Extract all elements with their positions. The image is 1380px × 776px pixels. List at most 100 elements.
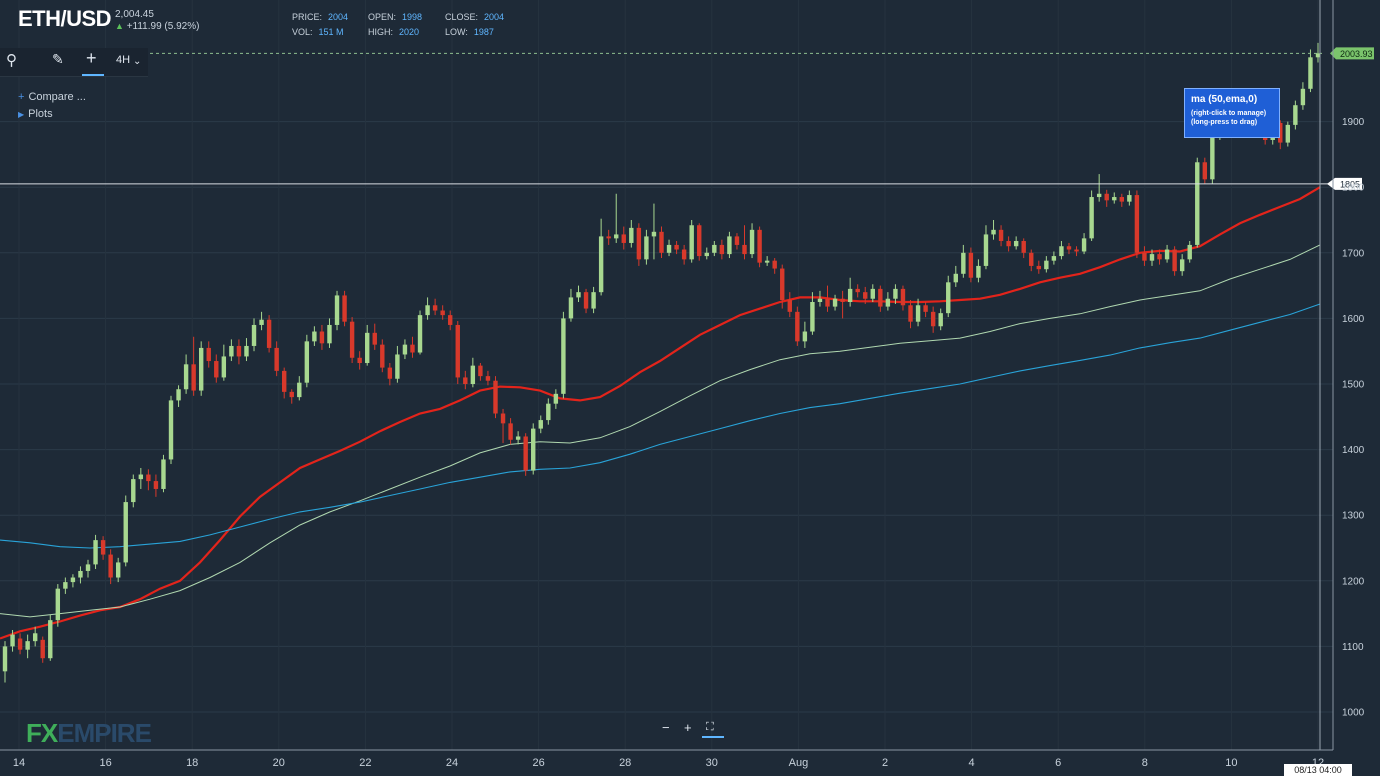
candle — [244, 338, 249, 362]
draw-pencil-icon[interactable]: ✎ — [52, 51, 64, 68]
candle — [598, 218, 604, 296]
candle — [810, 292, 815, 335]
candle-body — [961, 252, 966, 274]
candle-body — [417, 315, 423, 353]
candle — [1112, 192, 1117, 204]
candle-body — [546, 403, 551, 421]
candle-body — [1134, 195, 1140, 253]
candle — [493, 376, 498, 419]
chart-toolbar: ⚲ ✎ + 4H ⌄ — [0, 48, 148, 77]
candle — [976, 259, 981, 283]
candle — [1081, 233, 1087, 255]
candle-body — [1172, 249, 1177, 272]
candle — [221, 344, 227, 381]
compare-button[interactable]: + Compare ... — [18, 91, 86, 103]
candle — [417, 310, 423, 355]
candle — [878, 285, 883, 312]
candle-body — [734, 236, 740, 245]
candle-body — [1059, 246, 1064, 257]
candle-body — [1066, 246, 1072, 250]
candle — [176, 385, 181, 407]
zoom-in-button[interactable]: + — [684, 720, 692, 735]
timeframe-select[interactable]: 4H — [116, 54, 130, 66]
candle-body — [825, 298, 830, 307]
candle — [1036, 260, 1041, 274]
plus-icon: + — [18, 91, 25, 103]
candle — [40, 636, 45, 663]
candle-body — [1096, 193, 1102, 198]
candle — [908, 300, 913, 329]
candle — [138, 467, 144, 489]
candle — [1006, 236, 1011, 252]
stat-high: HIGH: 2020 — [368, 27, 420, 37]
candle — [870, 284, 875, 302]
price-chart[interactable]: 18052003.93 1000 1100 1200 1300 1400 1500 1600… — [0, 0, 1380, 776]
candle-body — [1044, 260, 1049, 270]
candle-body — [259, 319, 264, 325]
candle — [1044, 256, 1049, 273]
candle — [372, 323, 377, 350]
zoom-out-button[interactable]: − — [662, 720, 670, 735]
candle — [900, 285, 906, 311]
candle — [259, 311, 264, 331]
candle — [553, 389, 559, 409]
candle — [1195, 157, 1200, 248]
candle — [500, 408, 506, 444]
candle-body — [915, 305, 921, 322]
candle — [704, 247, 709, 260]
candle-body — [440, 310, 445, 316]
candle-body — [191, 364, 196, 391]
candle — [1179, 254, 1185, 276]
candle — [131, 474, 136, 508]
candle-body — [357, 357, 362, 364]
candle-body — [1029, 252, 1034, 266]
candle — [25, 634, 30, 659]
candle — [953, 265, 958, 287]
candle-body — [214, 361, 219, 378]
indicator-tooltip[interactable]: ma (50,ema,0) (right-click to manage) (l… — [1184, 88, 1280, 138]
candle — [583, 288, 589, 314]
candle-body — [1164, 249, 1170, 260]
candle — [100, 536, 106, 560]
candle-body — [448, 315, 453, 325]
candle-body — [1021, 240, 1026, 253]
candle — [508, 418, 513, 445]
candle-body — [432, 305, 438, 311]
candle-body — [282, 370, 287, 392]
candle — [719, 239, 725, 260]
candle — [1074, 246, 1079, 257]
candle — [787, 292, 792, 318]
candle — [1142, 246, 1147, 266]
crosshair-icon[interactable]: + — [86, 48, 97, 69]
candle-body — [161, 459, 166, 489]
candle-body — [908, 305, 913, 322]
stat-close: CLOSE: 2004 — [445, 12, 505, 22]
chevron-down-icon[interactable]: ⌄ — [133, 56, 141, 67]
candle-body — [1074, 249, 1079, 252]
candle — [817, 290, 823, 307]
candle-body — [221, 356, 227, 378]
candle-body — [1202, 162, 1208, 180]
candle-body — [1308, 57, 1313, 89]
candle — [319, 324, 325, 350]
plots-button[interactable]: ▶ Plots — [18, 108, 53, 120]
candle-body — [666, 244, 672, 253]
price-change: ▲ +111.99 (5.92%) — [115, 21, 199, 32]
candle-body — [55, 588, 61, 621]
candle-body — [10, 634, 15, 647]
fit-screen-icon[interactable]: ⛶ — [706, 721, 714, 734]
candle-body — [689, 225, 694, 260]
candle-body — [48, 620, 53, 659]
candle-body — [1157, 254, 1162, 260]
search-icon[interactable]: ⚲ — [6, 51, 17, 69]
candle — [236, 339, 242, 365]
candle-body — [757, 229, 762, 263]
candle — [1119, 193, 1125, 207]
candle — [727, 231, 732, 259]
candle-body — [2, 646, 8, 672]
candle — [334, 290, 340, 331]
candle — [749, 223, 755, 259]
candle — [515, 431, 521, 445]
candle — [674, 240, 679, 255]
candle-body — [319, 331, 325, 344]
